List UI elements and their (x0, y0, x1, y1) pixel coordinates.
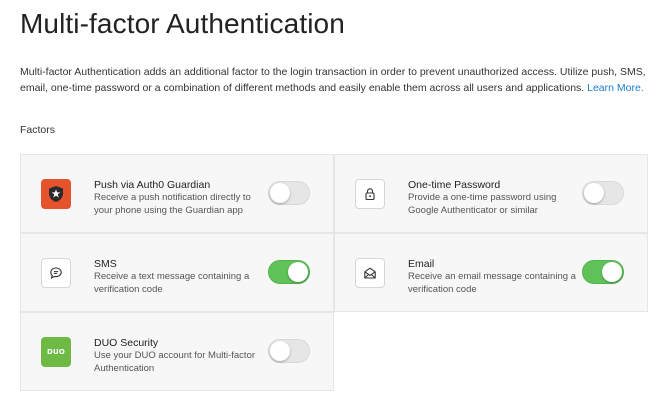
page-description: Multi-factor Authentication adds an addi… (20, 64, 652, 96)
toggle-knob (584, 183, 604, 203)
page-title: Multi-factor Authentication (20, 8, 345, 39)
email-toggle[interactable] (582, 260, 624, 284)
factor-card-sms[interactable]: SMS Receive a text message containing a … (20, 233, 334, 312)
toggle-knob (270, 341, 290, 361)
factor-card-otp[interactable]: One-time Password Provide a one-time pas… (334, 154, 648, 233)
factor-name: DUO Security (94, 337, 159, 349)
factor-description: Provide a one-time password using Google… (408, 192, 557, 216)
chat-bubble-icon (41, 258, 71, 288)
guardian-logo-icon (41, 179, 71, 209)
factor-name: Email (408, 258, 435, 270)
factor-card-duo[interactable]: DUO DUO Security Use your DUO account fo… (20, 312, 334, 391)
duo-toggle[interactable] (268, 339, 310, 363)
factor-description: Use your DUO account for Multi-factor Au… (94, 350, 256, 374)
factor-card-guardian[interactable]: Push via Auth0 Guardian Receive a push n… (20, 154, 334, 233)
factor-name: SMS (94, 258, 117, 270)
toggle-knob (602, 262, 622, 282)
duo-logo-text: DUO (46, 348, 66, 356)
factors-section-label: Factors (20, 124, 56, 136)
factor-description: Receive a push notification directly to … (94, 192, 251, 216)
factor-card-email[interactable]: Email Receive an email message containin… (334, 233, 648, 312)
factor-description: Receive a text message containing a veri… (94, 271, 250, 295)
factor-description: Receive an email message containing a ve… (408, 271, 576, 295)
factor-name: Push via Auth0 Guardian (94, 179, 211, 191)
duo-logo-icon: DUO (41, 337, 71, 367)
otp-toggle[interactable] (582, 181, 624, 205)
description-text: Multi-factor Authentication adds an addi… (20, 66, 646, 94)
learn-more-link[interactable]: Learn More. (587, 82, 644, 94)
guardian-toggle[interactable] (268, 181, 310, 205)
toggle-knob (270, 183, 290, 203)
sms-toggle[interactable] (268, 260, 310, 284)
factor-name: One-time Password (408, 179, 501, 191)
envelope-icon (355, 258, 385, 288)
lock-icon (355, 179, 385, 209)
toggle-knob (288, 262, 308, 282)
